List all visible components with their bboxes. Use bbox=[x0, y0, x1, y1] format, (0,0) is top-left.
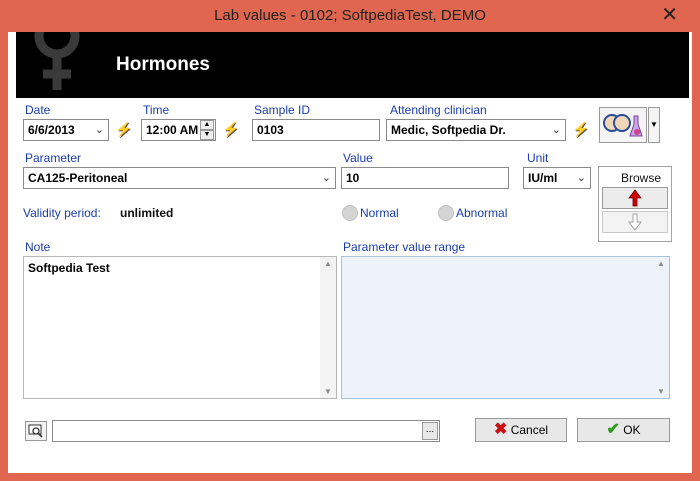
range-label: Parameter value range bbox=[343, 240, 466, 254]
note-label: Note bbox=[25, 240, 51, 254]
arrow-up-icon bbox=[628, 189, 642, 207]
cancel-button[interactable]: ✖ Cancel bbox=[475, 418, 567, 442]
range-textarea: ▲ ▼ bbox=[341, 256, 670, 399]
unit-label: Unit bbox=[527, 151, 549, 165]
validity-value: unlimited bbox=[120, 206, 174, 220]
ok-button[interactable]: ✔ OK bbox=[577, 418, 670, 442]
scroll-up-icon[interactable]: ▲ bbox=[320, 259, 336, 268]
abnormal-label: Abnormal bbox=[456, 206, 508, 220]
ok-label: OK bbox=[623, 423, 641, 437]
value-label: Value bbox=[343, 151, 373, 165]
date-label: Date bbox=[25, 103, 51, 117]
date-now-icon[interactable]: ⚡ bbox=[115, 121, 132, 138]
abnormal-radio[interactable] bbox=[438, 205, 454, 221]
browse-up-button[interactable] bbox=[602, 187, 668, 209]
parameter-label: Parameter bbox=[25, 151, 82, 165]
window-title: Lab values - 0102; SoftpediaTest, DEMO bbox=[214, 7, 486, 24]
ok-check-icon: ✔ bbox=[606, 421, 620, 438]
physicians-menu-icon[interactable]: ▼ bbox=[648, 107, 660, 143]
sample-id-input[interactable]: 0103 bbox=[252, 119, 380, 141]
normal-radio[interactable] bbox=[342, 205, 358, 221]
spin-up-icon[interactable]: ▲ bbox=[200, 120, 214, 130]
chevron-down-icon[interactable]: ⌄ bbox=[322, 171, 331, 185]
venus-icon bbox=[34, 32, 80, 90]
physicians-button[interactable] bbox=[599, 107, 647, 143]
chevron-down-icon[interactable]: ⌄ bbox=[552, 123, 561, 137]
browse-panel: Browse bbox=[598, 166, 672, 242]
unit-select[interactable]: IU/ml ⌄ bbox=[523, 167, 591, 189]
cancel-x-icon: ✖ bbox=[493, 421, 508, 438]
arrow-down-icon bbox=[628, 213, 642, 231]
value-value: 10 bbox=[346, 171, 360, 185]
parameter-select[interactable]: CA125-Peritoneal ⌄ bbox=[23, 167, 336, 189]
browse-down-button[interactable] bbox=[602, 211, 668, 233]
chevron-down-icon[interactable]: ⌄ bbox=[577, 171, 586, 185]
header-banner: Hormones bbox=[16, 32, 689, 98]
note-textarea[interactable]: Softpedia Test ▲ ▼ bbox=[23, 256, 337, 399]
cancel-label: Cancel bbox=[510, 423, 549, 437]
value-input[interactable]: 10 bbox=[341, 167, 509, 189]
date-picker[interactable]: 6/6/2013 ⌄ bbox=[23, 119, 109, 141]
time-label: Time bbox=[143, 103, 170, 117]
note-text: Softpedia Test bbox=[28, 261, 110, 275]
ellipsis-button[interactable]: ... bbox=[422, 422, 438, 440]
date-value: 6/6/2013 bbox=[28, 123, 75, 137]
browse-label: Browse bbox=[621, 171, 662, 185]
spin-down-icon[interactable]: ▼ bbox=[200, 130, 214, 140]
time-value: 12:00 AM bbox=[146, 123, 199, 137]
scroll-down-icon[interactable]: ▼ bbox=[653, 387, 669, 396]
scroll-up-icon[interactable]: ▲ bbox=[653, 259, 669, 268]
chevron-down-icon[interactable]: ⌄ bbox=[95, 123, 104, 137]
sample-id-label: Sample ID bbox=[254, 103, 311, 117]
magnifier-icon bbox=[28, 424, 43, 438]
range-scrollbar[interactable]: ▲ ▼ bbox=[653, 257, 669, 398]
title-bar: Lab values - 0102; SoftpediaTest, DEMO ✕ bbox=[0, 0, 700, 32]
section-title: Hormones bbox=[116, 54, 210, 75]
sample-id-value: 0103 bbox=[257, 123, 284, 137]
clinician-default-icon[interactable]: ⚡ bbox=[572, 121, 589, 138]
dialog-client: Hormones Date 6/6/2013 ⌄ ⚡ Time 12:00 AM… bbox=[8, 32, 692, 473]
validity-label: Validity period: bbox=[23, 206, 101, 220]
close-icon[interactable]: ✕ bbox=[661, 0, 678, 30]
normal-label: Normal bbox=[360, 206, 399, 220]
path-input[interactable] bbox=[52, 420, 440, 442]
physicians-icon bbox=[603, 114, 643, 137]
scroll-down-icon[interactable]: ▼ bbox=[320, 387, 336, 396]
time-now-icon[interactable]: ⚡ bbox=[222, 121, 239, 138]
preview-button[interactable] bbox=[25, 421, 47, 441]
clinician-select[interactable]: Medic, Softpedia Dr. ⌄ bbox=[386, 119, 566, 141]
parameter-value: CA125-Peritoneal bbox=[28, 171, 128, 185]
unit-value: IU/ml bbox=[528, 171, 558, 185]
clinician-label: Attending clinician bbox=[390, 103, 487, 117]
note-scrollbar[interactable]: ▲ ▼ bbox=[320, 257, 336, 398]
clinician-value: Medic, Softpedia Dr. bbox=[391, 123, 506, 137]
